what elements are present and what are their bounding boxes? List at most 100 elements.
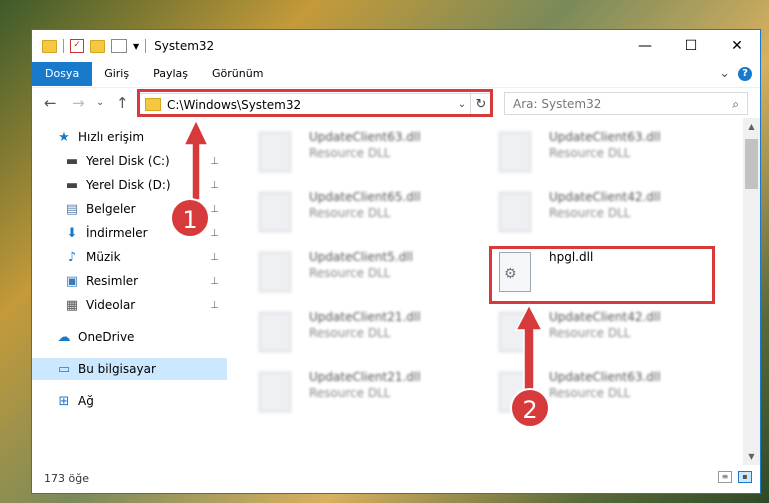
sidebar-item-onedrive[interactable]: ☁ OneDrive [32, 326, 227, 348]
sidebar-item-this-pc[interactable]: ▭ Bu bilgisayar [32, 358, 227, 380]
scroll-down-icon[interactable]: ▼ [743, 448, 760, 465]
scroll-thumb[interactable] [745, 139, 758, 189]
pictures-icon: ▣ [65, 273, 79, 289]
recent-dropdown-icon[interactable]: ⌄ [96, 97, 104, 108]
file-item[interactable]: UpdateClient63.dll Resource DLL [247, 126, 467, 178]
sidebar-item-network[interactable]: ⊞ Ağ [32, 390, 227, 412]
expand-ribbon-icon[interactable]: ⌄ [719, 66, 730, 81]
pin-icon[interactable]: ⊥ [210, 180, 219, 191]
search-placeholder: Ara: System32 [513, 97, 602, 111]
properties-check-icon[interactable]: ✓ [70, 39, 84, 53]
music-icon: ♪ [67, 249, 77, 265]
sidebar-item-label: Resimler [86, 274, 139, 288]
explorer-window: ✓ ▼ System32 — ☐ ✕ Dosya Giriş Paylaş Gö… [31, 29, 761, 494]
tiles-view-icon[interactable]: ▪ [738, 471, 752, 483]
sidebar-item-music[interactable]: ♪ Müzik ⊥ [32, 246, 227, 268]
download-icon: ⬇ [66, 225, 78, 241]
file-type: Resource DLL [549, 146, 631, 160]
minimize-button[interactable]: — [622, 30, 668, 62]
network-icon: ⊞ [58, 393, 70, 409]
dll-file-icon [259, 312, 291, 352]
file-item[interactable]: UpdateClient5.dll Resource DLL [247, 246, 467, 298]
folder-icon [42, 39, 57, 53]
step-badge-2: 2 [510, 388, 550, 428]
file-type: Resource DLL [309, 386, 391, 400]
ribbon-tabs: Dosya Giriş Paylaş Görünüm ⌄ ? [32, 62, 760, 86]
drive-icon: ▬ [65, 153, 79, 169]
file-type: Resource DLL [549, 326, 631, 340]
close-button[interactable]: ✕ [714, 30, 760, 62]
tab-view[interactable]: Görünüm [200, 62, 275, 86]
vertical-scrollbar[interactable]: ▲ ▼ [743, 118, 760, 465]
pin-icon[interactable]: ⊥ [210, 252, 219, 263]
file-type: Resource DLL [549, 386, 631, 400]
forward-icon[interactable]: → [72, 94, 85, 112]
file-item[interactable]: UpdateClient63.dll Resource DLL [487, 126, 707, 178]
file-name: UpdateClient65.dll [309, 190, 421, 204]
customize-icon[interactable] [111, 39, 127, 53]
status-bar: 173 öğe ≡ ▪ [32, 465, 760, 493]
file-highlight-box [489, 246, 715, 304]
file-name: UpdateClient63.dll [549, 370, 661, 384]
window-title: System32 [154, 39, 215, 53]
tab-share[interactable]: Paylaş [141, 62, 200, 86]
scroll-up-icon[interactable]: ▲ [743, 118, 760, 135]
pin-icon[interactable]: ⊥ [210, 156, 219, 167]
pin-icon[interactable]: ⊥ [210, 228, 219, 239]
file-item[interactable]: UpdateClient21.dll Resource DLL [247, 366, 467, 418]
search-icon: ⌕ [732, 97, 739, 111]
sidebar-item-label: Hızlı erişim [78, 130, 145, 144]
file-type: Resource DLL [309, 266, 391, 280]
tab-file[interactable]: Dosya [32, 62, 93, 86]
sidebar-item-local-disk-d[interactable]: ▬ Yerel Disk (D:) ⊥ [32, 174, 227, 196]
file-type: Resource DLL [309, 206, 391, 220]
window-controls: — ☐ ✕ [622, 30, 760, 62]
sidebar-item-quick-access[interactable]: ★ Hızlı erişim [32, 126, 227, 148]
file-name: UpdateClient21.dll [309, 370, 421, 384]
dll-file-icon [259, 132, 291, 172]
star-icon: ★ [58, 129, 70, 145]
tab-home[interactable]: Giriş [92, 62, 141, 86]
sidebar-item-label: Müzik [86, 250, 121, 264]
maximize-button[interactable]: ☐ [668, 30, 714, 62]
documents-icon: ▤ [65, 201, 79, 217]
file-type: Resource DLL [309, 146, 391, 160]
dll-file-icon [259, 372, 291, 412]
sidebar-item-local-disk-c[interactable]: ▬ Yerel Disk (C:) ⊥ [32, 150, 227, 172]
file-name: UpdateClient42.dll [549, 310, 661, 324]
up-icon[interactable]: ↑ [116, 94, 129, 112]
new-folder-icon[interactable] [90, 39, 105, 53]
dll-file-icon [259, 252, 291, 292]
sidebar-item-label: Yerel Disk (D:) [86, 178, 171, 192]
file-item[interactable]: UpdateClient42.dll Resource DLL [487, 186, 707, 238]
file-item[interactable]: UpdateClient42.dll Resource DLL [487, 306, 707, 358]
pin-icon[interactable]: ⊥ [210, 276, 219, 287]
file-item[interactable]: UpdateClient21.dll Resource DLL [247, 306, 467, 358]
sidebar-item-label: Bu bilgisayar [78, 362, 156, 376]
details-view-icon[interactable]: ≡ [718, 471, 732, 483]
file-type: Resource DLL [309, 326, 391, 340]
sidebar-item-label: Videolar [86, 298, 136, 312]
cloud-icon: ☁ [57, 329, 71, 345]
view-switcher: ≡ ▪ [718, 471, 752, 483]
search-input[interactable]: Ara: System32 ⌕ [504, 92, 748, 115]
file-name: UpdateClient21.dll [309, 310, 421, 324]
toolbar-divider [63, 39, 64, 53]
help-icon[interactable]: ? [738, 66, 752, 81]
file-item[interactable]: UpdateClient65.dll Resource DLL [247, 186, 467, 238]
pin-icon[interactable]: ⊥ [210, 204, 219, 215]
quick-access-toolbar: ✓ ▼ [32, 39, 147, 53]
videos-icon: ▦ [65, 297, 79, 313]
back-icon[interactable]: ← [44, 94, 57, 112]
sidebar-item-videos[interactable]: ▦ Videolar ⊥ [32, 294, 227, 316]
drive-icon: ▬ [65, 177, 79, 193]
qat-dropdown-icon[interactable]: ▼ [133, 42, 139, 51]
sidebar-item-label: OneDrive [78, 330, 135, 344]
dll-file-icon [499, 312, 531, 352]
pin-icon[interactable]: ⊥ [210, 300, 219, 311]
sidebar-item-label: Ağ [78, 394, 94, 408]
computer-icon: ▭ [57, 361, 71, 377]
title-bar: ✓ ▼ System32 — ☐ ✕ [32, 30, 760, 62]
item-count: 173 öğe [44, 472, 89, 485]
sidebar-item-pictures[interactable]: ▣ Resimler ⊥ [32, 270, 227, 292]
